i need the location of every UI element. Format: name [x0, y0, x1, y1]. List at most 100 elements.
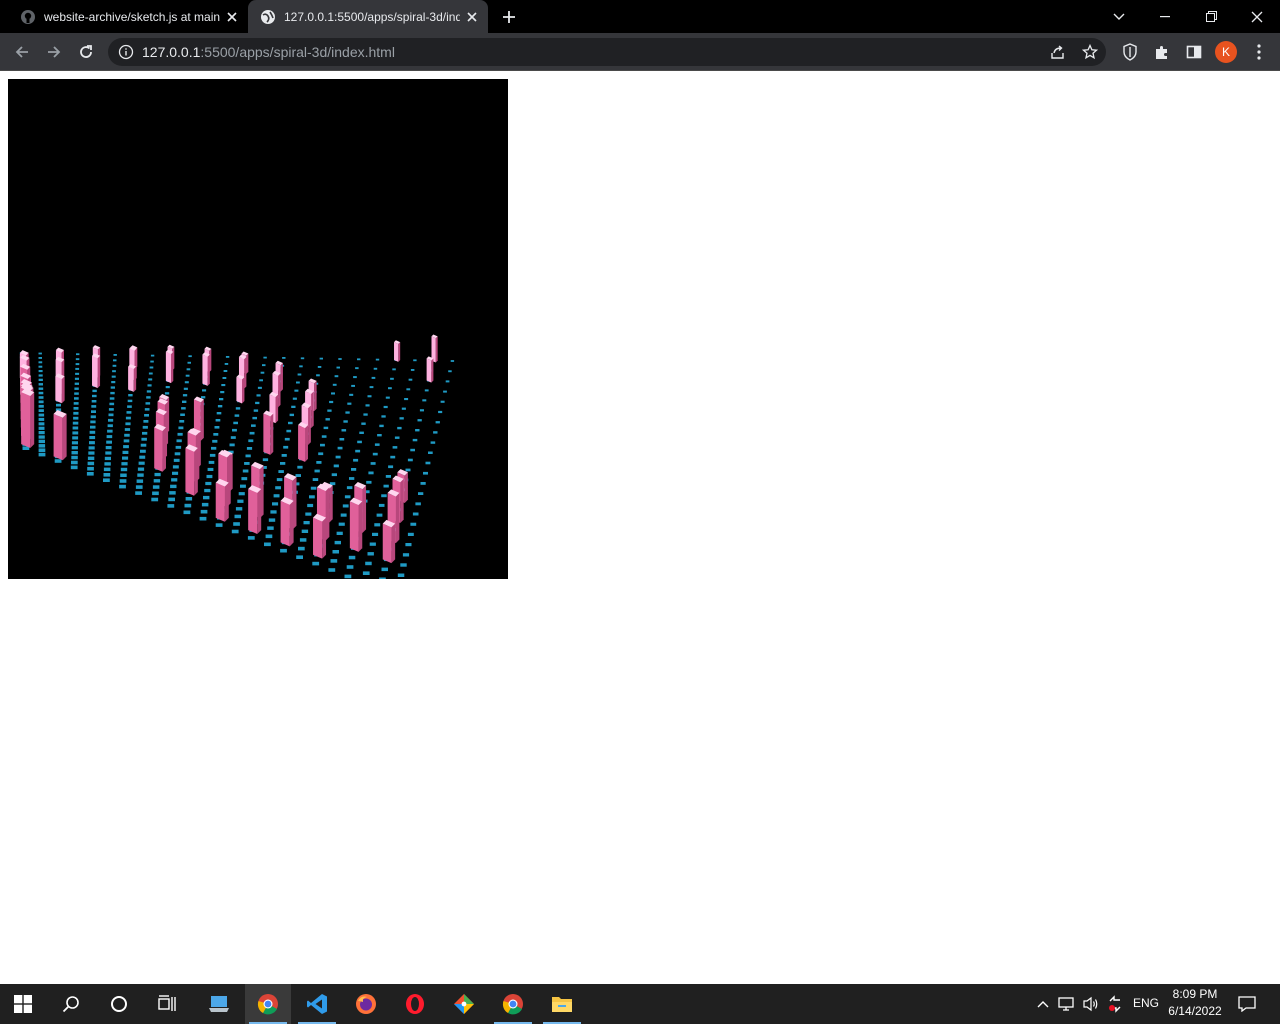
pillar-side — [308, 405, 311, 445]
floor-tile — [107, 424, 113, 428]
floor-tile — [170, 484, 177, 489]
floor-tile — [148, 372, 153, 375]
volume-button[interactable] — [1080, 984, 1102, 1024]
floor-tile — [286, 429, 292, 433]
restore-button[interactable] — [1188, 0, 1234, 33]
file-explorer-icon — [552, 997, 572, 1012]
pillar — [55, 376, 62, 404]
floor-tile — [92, 394, 97, 398]
bookmark-button[interactable] — [1079, 41, 1101, 63]
floor-tile — [135, 485, 143, 489]
floor-tile — [314, 469, 320, 473]
show-hidden-icons-button[interactable] — [1034, 984, 1052, 1024]
floor-tile — [120, 467, 128, 472]
close-icon[interactable] — [464, 9, 480, 25]
forward-button[interactable] — [43, 41, 65, 63]
floor-tile — [400, 563, 407, 567]
floor-tile — [347, 402, 352, 405]
share-button[interactable] — [1047, 41, 1069, 63]
floor-tile — [331, 473, 337, 477]
task-view-button[interactable] — [144, 984, 190, 1024]
floor-tile — [145, 402, 151, 405]
reload-button[interactable] — [75, 41, 97, 63]
floor-tile — [106, 440, 112, 444]
clock[interactable]: 8:09 PM 6/14/2022 — [1160, 986, 1230, 1020]
floor-tile — [38, 391, 44, 395]
floor-tile — [299, 538, 307, 542]
floor-tile — [289, 413, 294, 417]
floor-tile — [288, 421, 293, 425]
floor-tile — [205, 481, 212, 486]
pillar-side — [395, 492, 400, 544]
floor-tile — [199, 516, 207, 521]
floor-tile — [379, 577, 386, 582]
tab-spiral-3d[interactable]: 127.0.0.1:5500/apps/spiral-3d/index.html — [248, 0, 488, 33]
cortana-button[interactable] — [96, 984, 142, 1024]
floor-tile — [394, 436, 400, 439]
floor-tile — [375, 358, 380, 361]
floor-tile — [297, 373, 302, 376]
floor-tile — [428, 451, 433, 454]
tab-github[interactable]: website-archive/sketch.js at main — [8, 0, 248, 33]
git-icon — [454, 994, 474, 1014]
git-client-taskbar-button[interactable] — [441, 984, 487, 1024]
floor-tile — [282, 357, 286, 359]
floor-tile — [111, 381, 116, 384]
opera-taskbar-button[interactable] — [392, 984, 438, 1024]
vscode-taskbar-button[interactable] — [294, 984, 340, 1024]
firefox-taskbar-button[interactable] — [343, 984, 389, 1024]
floor-tile — [181, 407, 186, 410]
floor-tile — [246, 447, 253, 450]
back-button[interactable] — [11, 41, 33, 63]
pillar — [128, 366, 134, 392]
floor-tile — [206, 474, 213, 479]
floor-tile — [124, 433, 130, 437]
network-button[interactable] — [1056, 984, 1078, 1024]
floor-tile — [369, 542, 376, 546]
menu-button[interactable] — [1248, 41, 1270, 63]
pillar — [154, 427, 163, 472]
profile-avatar[interactable]: K — [1215, 41, 1237, 63]
floor-tile — [273, 494, 280, 498]
extension-shield-button[interactable] — [1119, 41, 1141, 63]
floor-tile — [301, 529, 309, 533]
floor-tile — [237, 499, 244, 503]
info-icon[interactable] — [118, 44, 134, 60]
tab-search-button[interactable] — [1096, 0, 1142, 33]
chrome-2-taskbar-button[interactable] — [490, 984, 536, 1024]
close-icon[interactable] — [224, 9, 240, 25]
pillar — [349, 501, 359, 552]
floor-tile — [88, 451, 95, 455]
sync-button[interactable] — [1104, 984, 1126, 1024]
pillar — [248, 489, 258, 535]
side-panel-button[interactable] — [1183, 41, 1205, 63]
floor-tile — [316, 374, 320, 377]
floor-tile — [109, 397, 115, 400]
language-indicator[interactable]: ENG — [1133, 996, 1159, 1010]
chrome-taskbar-button[interactable] — [245, 984, 291, 1024]
file-explorer-taskbar-button[interactable] — [539, 984, 585, 1024]
floor-tile — [343, 420, 348, 423]
floor-tile — [90, 415, 96, 419]
url-text[interactable]: 127.0.0.1:5500/apps/spiral-3d/index.html — [142, 44, 395, 60]
floor-tile — [410, 522, 417, 526]
floor-tile — [217, 405, 223, 408]
floor-tile — [202, 389, 207, 392]
this-pc-button[interactable] — [196, 984, 242, 1024]
new-tab-button[interactable] — [498, 7, 520, 27]
start-button[interactable] — [0, 984, 46, 1024]
tab-title: 127.0.0.1:5500/apps/spiral-3d/index.html — [284, 9, 460, 24]
floor-tile — [168, 497, 175, 502]
address-bar[interactable]: 127.0.0.1:5500/apps/spiral-3d/index.html — [108, 38, 1106, 66]
notifications-button[interactable] — [1232, 984, 1262, 1024]
floor-tile — [140, 449, 146, 453]
floor-tile — [38, 365, 43, 368]
spiral-3d-canvas[interactable] — [8, 79, 508, 598]
floor-tile — [154, 472, 161, 477]
floor-tile — [379, 424, 384, 428]
minimize-button[interactable] — [1142, 0, 1188, 33]
extensions-button[interactable] — [1151, 41, 1173, 63]
close-window-button[interactable] — [1234, 0, 1280, 33]
search-button[interactable] — [48, 984, 94, 1024]
tab-title: website-archive/sketch.js at main — [44, 9, 220, 24]
